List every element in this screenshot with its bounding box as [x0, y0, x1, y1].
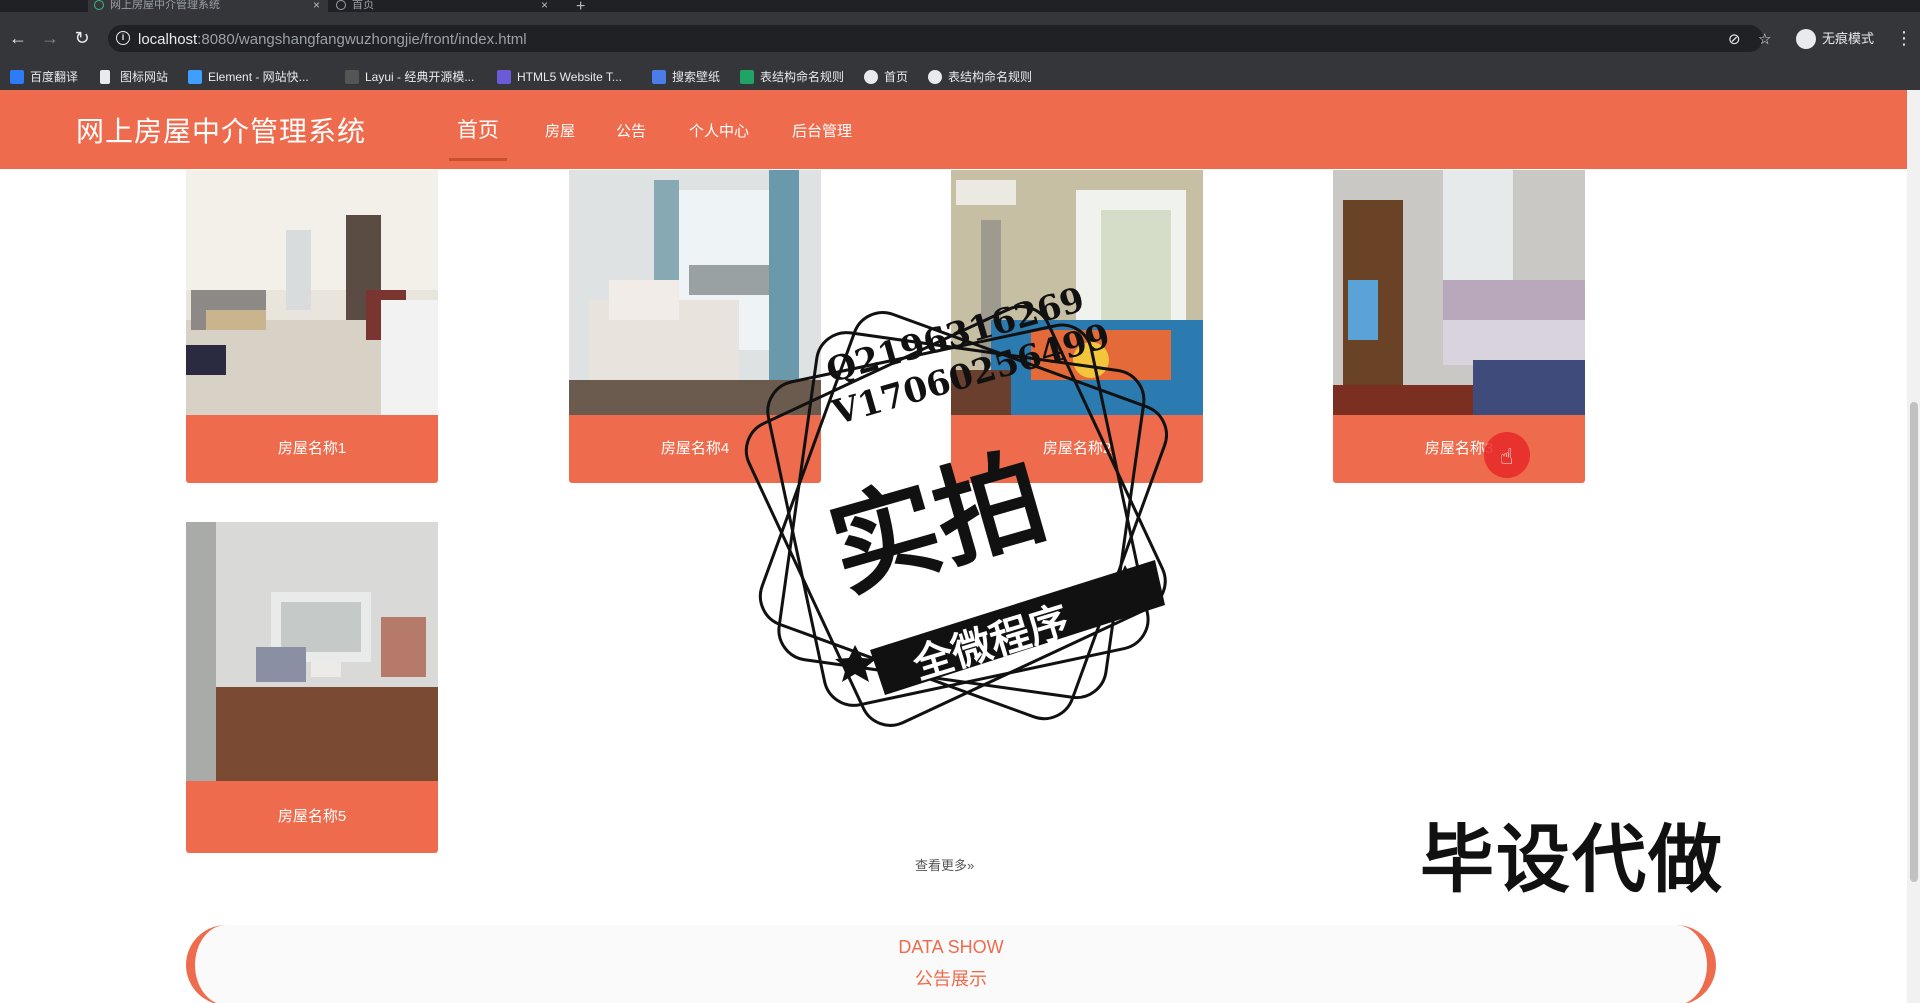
site-header: 网上房屋中介管理系统 首页 房屋 公告 个人中心 后台管理 [0, 90, 1907, 169]
globe-icon [864, 70, 878, 84]
bookmark-label: Layui - 经典开源模... [365, 70, 475, 84]
house-photo [186, 522, 438, 781]
address-bar[interactable]: i localhost:8080/wangshangfangwuzhongjie… [108, 25, 1771, 52]
house-name[interactable]: 房屋名称1 [186, 415, 438, 483]
incognito-profile-button[interactable]: 无痕模式 [1792, 26, 1882, 52]
bookmark-label: 表结构命名规则 [760, 70, 845, 84]
house-name[interactable]: 房屋名称5 [186, 781, 438, 853]
eye-off-icon[interactable]: ⊘ [1728, 30, 1741, 48]
house-card[interactable]: 房屋名称1 [186, 170, 438, 497]
tab-admin[interactable]: 网上房屋中介管理系统 × [88, 0, 328, 12]
data-show-title-cn: 公告展示 [915, 969, 987, 989]
profile-label: 无痕模式 [1822, 31, 1875, 46]
incognito-icon [1796, 29, 1816, 49]
page-scrollbar[interactable] [1907, 90, 1920, 1003]
vue-favicon-icon [94, 0, 104, 10]
nav-notices[interactable]: 公告 [616, 120, 646, 141]
nav-admin[interactable]: 后台管理 [792, 120, 852, 141]
nav-home[interactable]: 首页 [449, 114, 507, 161]
bookmark-label: 图标网站 [120, 70, 169, 84]
house-card[interactable]: 房屋名称3 [1333, 170, 1585, 497]
bookmark-label: 首页 [884, 70, 909, 84]
double-chevron-right-icon: » [967, 858, 975, 873]
view-more-link[interactable]: 查看更多» [915, 855, 974, 874]
site-brand[interactable]: 网上房屋中介管理系统 [76, 110, 366, 150]
chrome-icon [0, 0, 48, 12]
star-icon[interactable]: ☆ [1758, 30, 1771, 48]
globe-icon [928, 70, 942, 84]
nav-profile[interactable]: 个人中心 [689, 120, 749, 141]
forward-arrow-icon[interactable]: → [38, 26, 62, 50]
bookmark-item[interactable]: 表结构命名规则 [740, 68, 844, 86]
scrollbar-thumb[interactable] [1910, 402, 1918, 882]
bookmark-label: HTML5 Website T... [517, 70, 622, 84]
data-show-title-en: DATA SHOW [898, 937, 1004, 957]
house-name[interactable]: 房屋名称3 [1333, 415, 1585, 483]
data-show-section-header: DATA SHOW 公告展示 [186, 925, 1716, 1003]
bookmark-item[interactable]: 百度翻译 [10, 68, 78, 86]
house-photo [1333, 170, 1585, 415]
reload-icon[interactable]: ↻ [70, 26, 94, 50]
bookmarks-bar: 百度翻译 图标网站 Element - 网站快... Layui - 经典开源模… [0, 64, 1920, 90]
bookmark-item[interactable]: 首页 [864, 68, 908, 86]
page-viewport: 房屋名称1 房屋名称4 房屋名称2 房屋名称3 房屋名称5 查看更多» DATA… [0, 90, 1920, 1003]
close-icon[interactable]: × [541, 0, 548, 11]
view-more-label: 查看更多 [915, 858, 968, 873]
bookmark-label: 表结构命名规则 [948, 70, 1033, 84]
browser-tab-strip: 网上房屋中介管理系统 × 首页 × + [0, 0, 1920, 15]
layui-icon [345, 70, 359, 84]
bookmark-item[interactable]: Layui - 经典开源模... [345, 68, 474, 86]
more-menu-icon[interactable]: ⋮ [1895, 26, 1913, 50]
watermark-corner-text: 毕设代做 [1420, 818, 1724, 901]
html5-icon [497, 70, 511, 84]
close-icon[interactable]: × [313, 0, 320, 11]
nav-houses[interactable]: 房屋 [545, 120, 575, 141]
element-icon [188, 70, 202, 84]
bookmark-item[interactable]: Element - 网站快... [188, 68, 309, 86]
wallpaper-icon [652, 70, 666, 84]
url-text[interactable]: localhost:8080/wangshangfangwuzhongjie/f… [138, 31, 527, 48]
translate-icon [10, 70, 24, 84]
sheet-icon [740, 70, 754, 84]
site-info-icon[interactable]: i [116, 31, 130, 45]
bookmark-label: Element - 网站快... [208, 70, 309, 84]
flag-icon [100, 70, 110, 84]
browser-toolbar: ← → ↻ i localhost:8080/wangshangfangwuzh… [0, 12, 1920, 64]
house-card[interactable]: 房屋名称5 [186, 522, 438, 853]
tab-title: 网上房屋中介管理系统 [110, 0, 220, 11]
bookmark-item[interactable]: 搜索壁纸 [652, 68, 720, 86]
tab-home[interactable]: 首页 × [330, 0, 556, 12]
hand-cursor-icon: ☝ [1500, 444, 1514, 469]
back-arrow-icon[interactable]: ← [6, 26, 30, 50]
bookmark-item[interactable]: 图标网站 [100, 68, 168, 86]
bookmark-item[interactable]: 表结构命名规则 [928, 68, 1032, 86]
globe-icon [336, 0, 346, 10]
tab-title: 首页 [352, 0, 374, 11]
bookmark-item[interactable]: HTML5 Website T... [497, 68, 622, 86]
bookmark-label: 百度翻译 [30, 70, 79, 84]
bookmark-label: 搜索壁纸 [672, 70, 721, 84]
house-photo [186, 170, 438, 415]
